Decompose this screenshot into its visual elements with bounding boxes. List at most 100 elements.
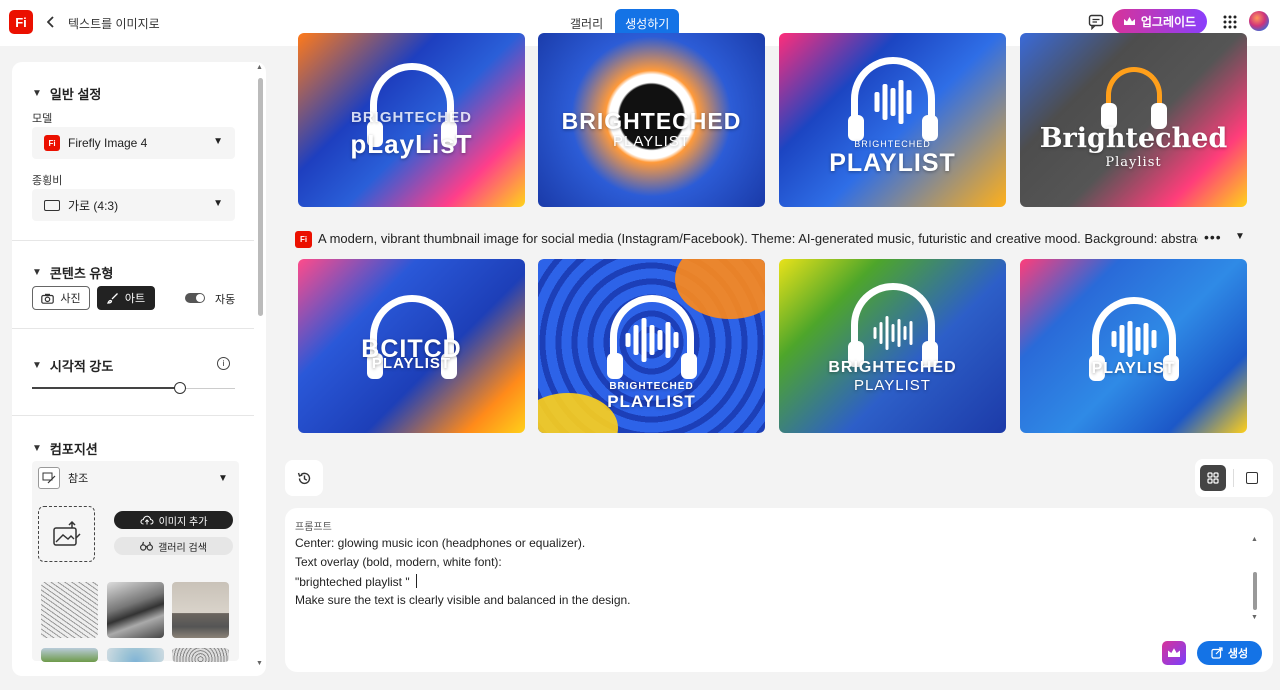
art-label: 아트 [124,293,146,305]
scroll-down-icon[interactable]: ▼ [256,660,263,667]
section-content-type[interactable]: ▼ 콘텐츠 유형 [32,263,113,282]
slider-handle[interactable] [174,382,187,394]
aspect-ratio-dropdown[interactable]: 가로 (4:3) ▼ [32,189,235,221]
model-dropdown[interactable]: Fi Firefly Image 4 ▼ [32,127,235,159]
camera-icon [41,293,55,304]
section-visual-intensity[interactable]: ▼ 시각적 강도 [32,356,113,375]
brush-icon [106,293,118,304]
chevron-down-icon: ▼ [32,88,42,99]
generate-label: 생성 [1227,648,1249,660]
scroll-up-icon[interactable]: ▲ [1251,536,1258,543]
more-icon[interactable]: ••• [1204,229,1222,245]
breadcrumb: 텍스트를 이미지로 [68,17,160,31]
prompt-line: Make sure the text is clearly visible an… [295,593,631,607]
reference-label: 참조 [68,473,89,485]
grid-view-icon[interactable] [1200,465,1226,491]
firefly-model-icon: Fi [295,230,312,248]
single-view-icon[interactable] [1246,472,1258,484]
chevron-down-icon: ▼ [213,198,223,209]
generate-button[interactable]: 생성 [1197,641,1262,665]
image-title-line2: PLAYLIST [607,392,696,411]
section-composition[interactable]: ▼ 컴포지션 [32,439,98,458]
text-cursor [415,574,417,588]
model-value: Firefly Image 4 [68,136,148,150]
gallery-search-label: 갤러리 검색 [158,542,207,554]
generated-image[interactable]: BRIGHTECHED PLAYLIST [538,259,765,433]
prompt-label: 프롬프트 [295,522,332,533]
image-title-line2: PLAYLIST [613,133,690,150]
premium-button[interactable] [1162,641,1186,665]
chevron-down-icon[interactable]: ▼ [1235,231,1245,242]
avatar[interactable] [1249,11,1269,31]
section-general-title: 일반 설정 [49,87,102,102]
auto-label: 자동 [215,294,236,306]
reference-dropdown[interactable]: 참조 [38,467,88,489]
divider [1233,469,1234,487]
equalizer-graphic [873,311,912,355]
reference-thumbnail[interactable] [172,648,229,662]
upgrade-button[interactable]: 업그레이드 [1112,9,1207,34]
scroll-down-icon[interactable]: ▼ [1251,614,1258,621]
image-title-line1: BRIGHTECHED [350,109,472,126]
cloud-upload-icon [140,515,154,525]
image-title-line1: BRIGHTECHED [828,359,957,376]
generated-image[interactable]: BRIGHTECHED PLAYLIST [779,259,1006,433]
image-title-line2: Playlist [1105,155,1162,170]
prompt-line: Center: glowing music icon (headphones o… [295,536,586,550]
scroll-up-icon[interactable]: ▲ [256,64,263,71]
firefly-model-icon: Fi [44,135,60,151]
chevron-down-icon[interactable]: ▼ [218,473,228,484]
back-chevron-icon[interactable] [44,12,58,32]
auto-toggle[interactable] [185,293,205,303]
section-composition-title: 컴포지션 [49,442,98,457]
apps-grid-icon[interactable] [1219,11,1241,33]
generated-image[interactable]: BRIGHTECHED PLAYLIST [779,33,1006,207]
chevron-down-icon: ▼ [213,136,223,147]
reference-thumbnail[interactable] [172,582,229,638]
reference-thumbnail[interactable] [41,648,98,662]
equalizer-graphic [625,315,678,365]
crown-icon [1168,648,1180,657]
photo-button[interactable]: 사진 [32,286,90,310]
reference-icon [38,467,60,489]
sidebar-scrollbar[interactable] [258,78,263,316]
gallery-search-button[interactable]: 갤러리 검색 [114,537,233,555]
prompt-scrollbar[interactable]: ▲ ▼ [1251,536,1259,622]
upload-image-icon[interactable] [38,506,95,562]
landscape-icon [44,199,60,211]
chevron-down-icon: ▼ [32,443,42,454]
orange-blob [675,259,765,319]
generated-image[interactable]: BRIGHTECHED pLayLisT [298,33,525,207]
prompt-summary-row: Fi A modern, vibrant thumbnail image for… [295,229,1245,249]
image-title-line1: BRIGHTECHED [854,139,931,149]
reference-thumbnail[interactable] [107,582,164,638]
add-image-button[interactable]: 이미지 추가 [114,511,233,529]
divider [12,240,254,241]
reference-thumbnail[interactable] [107,648,164,662]
info-icon[interactable]: i [217,357,230,370]
prompt-scroll-thumb[interactable] [1253,572,1257,610]
crown-icon [1123,17,1135,25]
photo-label: 사진 [60,293,81,305]
visual-intensity-slider[interactable] [32,382,235,394]
reference-thumbnail[interactable] [41,582,98,638]
generated-image[interactable]: Brighteched Playlist [1020,33,1247,207]
chat-icon[interactable] [1085,11,1107,33]
aspect-ratio-value: 가로 (4:3) [68,198,119,213]
equalizer-graphic [874,77,911,127]
section-general[interactable]: ▼ 일반 설정 [32,84,101,103]
slider-fill [32,387,181,389]
divider [12,328,254,329]
headphones-graphic [1100,67,1167,129]
generated-image[interactable]: BCITCD PLAYLIST [298,259,525,433]
generated-image[interactable]: BRIGHTECHED PLAYLIST [538,33,765,207]
reference-panel: 참조 ▼ 이미지 추가 갤러리 검색 [32,461,239,662]
aspect-ratio-label: 종횡비 [32,175,63,187]
binoculars-icon [140,541,154,551]
firefly-logo[interactable]: Fi [9,10,33,34]
image-title-line2: PLAYLIST [371,355,452,372]
model-label: 모델 [32,113,53,125]
art-button[interactable]: 아트 [97,286,155,310]
generated-image[interactable]: PLAYLIST [1020,259,1247,433]
history-button[interactable] [285,460,323,496]
